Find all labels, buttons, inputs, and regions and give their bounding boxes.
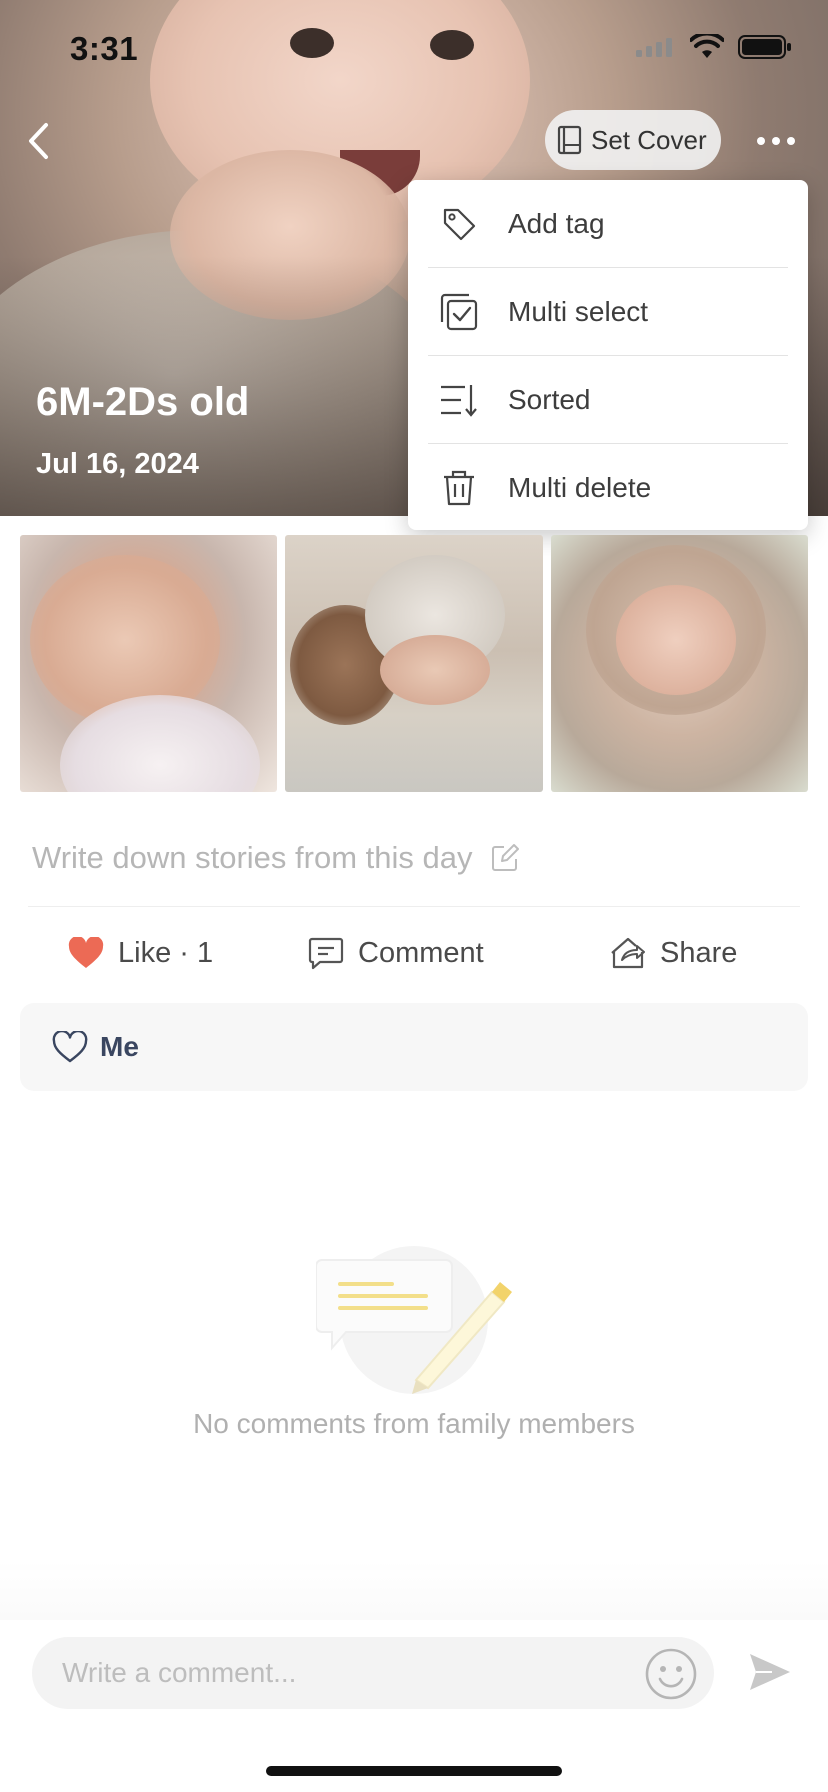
liked-by-user[interactable]: Me <box>100 1031 139 1063</box>
book-icon <box>557 125 582 155</box>
no-comments-illustration <box>316 1246 512 1394</box>
multi-select-icon <box>434 287 484 337</box>
more-dot-icon <box>772 137 780 145</box>
chevron-left-icon <box>29 123 48 159</box>
story-placeholder: Write down stories from this day <box>32 840 473 875</box>
send-icon[interactable] <box>748 1652 792 1692</box>
menu-item-sorted[interactable]: Sorted <box>428 356 788 444</box>
share-label: Share <box>660 936 738 969</box>
trash-icon <box>434 463 484 513</box>
menu-item-multi-delete[interactable]: Multi delete <box>428 444 788 532</box>
menu-item-add-tag[interactable]: Add tag <box>428 180 788 268</box>
status-bar: 3:31 <box>0 0 828 100</box>
more-options-menu: Add tag Multi select Sorted Multi delete <box>408 180 808 530</box>
divider <box>28 906 800 907</box>
status-time: 3:31 <box>70 30 139 67</box>
comment-button[interactable]: Comment <box>308 925 484 981</box>
story-editor[interactable]: Write down stories from this day <box>32 840 520 876</box>
emoji-icon[interactable] <box>644 1647 698 1701</box>
more-dot-icon <box>757 137 765 145</box>
bottom-fade <box>0 1560 828 1620</box>
set-cover-button[interactable]: Set Cover <box>545 110 721 170</box>
home-indicator <box>266 1766 562 1776</box>
comment-icon <box>308 937 344 970</box>
back-button[interactable] <box>20 118 56 164</box>
menu-item-label: Sorted <box>508 383 591 415</box>
share-button[interactable]: Share <box>610 925 737 981</box>
like-label: Like · 1 <box>118 936 214 969</box>
share-icon <box>611 937 645 969</box>
cover-date: Jul 16, 2024 <box>36 448 199 480</box>
photo-grid <box>20 535 808 792</box>
edit-icon <box>492 844 520 871</box>
menu-item-label: Multi delete <box>508 472 652 503</box>
set-cover-label: Set Cover <box>591 124 707 155</box>
photo-thumbnail[interactable] <box>20 535 278 792</box>
cover-title: 6M-2Ds old <box>36 380 250 424</box>
tag-icon <box>434 199 484 249</box>
no-comments-text: No comments from family members <box>193 1408 635 1439</box>
post-actions: Like · 1 Comment Share <box>0 925 828 981</box>
more-dot-icon <box>787 137 795 145</box>
photo-thumbnail[interactable] <box>285 535 543 792</box>
heart-outline-icon <box>52 1031 88 1063</box>
battery-icon <box>738 35 791 59</box>
like-button[interactable]: Like · 1 <box>68 925 213 981</box>
heart-filled-icon <box>68 937 104 968</box>
photo-thumbnail[interactable] <box>550 535 808 792</box>
comment-input-container <box>32 1637 714 1709</box>
comment-label: Comment <box>358 936 484 969</box>
comment-input[interactable] <box>62 1657 622 1689</box>
menu-item-label: Multi select <box>508 295 649 327</box>
likes-list: Me <box>20 1003 808 1091</box>
status-icons <box>636 34 792 60</box>
sort-icon <box>434 375 484 425</box>
more-options-button[interactable] <box>748 118 804 164</box>
wifi-icon <box>690 34 724 58</box>
cellular-signal-icon <box>636 38 672 57</box>
menu-item-multi-select[interactable]: Multi select <box>428 268 788 356</box>
menu-item-label: Add tag <box>508 207 605 239</box>
